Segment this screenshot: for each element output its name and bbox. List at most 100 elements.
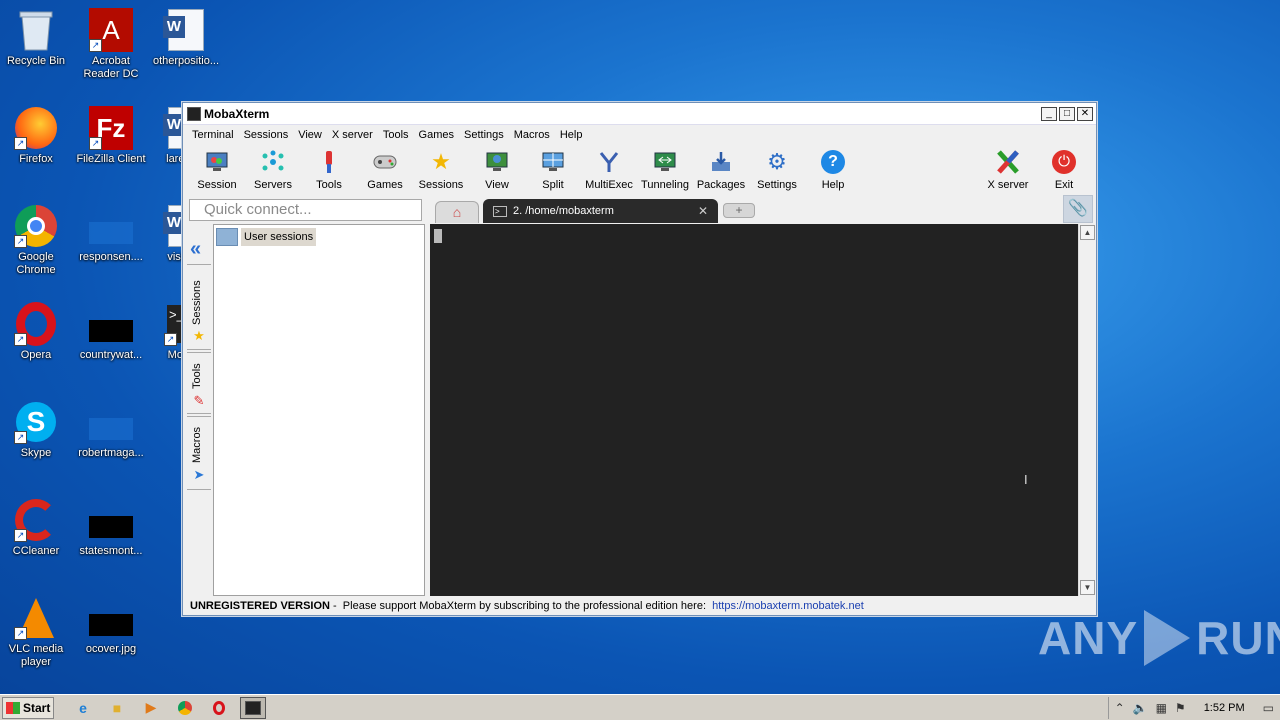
- sidebar-tab-label: Tools: [191, 363, 203, 389]
- scroll-up-icon[interactable]: ▲: [1080, 225, 1095, 240]
- servers-icon: [260, 149, 286, 175]
- home-tab[interactable]: ⌂: [435, 201, 479, 223]
- quick-connect-input[interactable]: Quick connect...: [189, 199, 422, 221]
- attach-button[interactable]: 📎: [1063, 195, 1093, 223]
- close-button[interactable]: ✕: [1077, 106, 1093, 121]
- show-hidden-icons-icon[interactable]: ⌃: [1115, 701, 1125, 715]
- new-tab-button[interactable]: +: [723, 203, 755, 218]
- menu-settings[interactable]: Settings: [459, 129, 509, 141]
- user-folder-icon: [216, 228, 238, 246]
- folder-icon: ■: [112, 699, 122, 716]
- taskbar-chrome[interactable]: [172, 697, 198, 719]
- home-icon: ⌂: [452, 204, 462, 220]
- watermark-left: ANY: [1038, 612, 1139, 664]
- shortcut-arrow-icon: ↗: [14, 431, 27, 444]
- desktop-icon-label: VLC media player: [8, 643, 64, 668]
- menu-sessions[interactable]: Sessions: [239, 129, 294, 141]
- network-icon[interactable]: ▦: [1156, 701, 1167, 715]
- mobaxterm-link[interactable]: https://mobaxterm.mobatek.net: [712, 600, 864, 612]
- exit-button[interactable]: ⏻ Exit: [1036, 145, 1092, 191]
- desktop-icon-firefox[interactable]: ↗ Firefox: [0, 106, 74, 166]
- shortcut-arrow-icon: ↗: [14, 137, 27, 150]
- mobaxterm-window[interactable]: MobaXterm _ □ ✕ Terminal Sessions View X…: [182, 102, 1097, 616]
- sidebar-tab-label: Macros: [191, 426, 203, 463]
- mobaxterm-icon: [245, 700, 261, 715]
- sidebar-tab-tools[interactable]: Tools ✎: [187, 352, 211, 414]
- help-button[interactable]: ? Help: [805, 145, 861, 191]
- scroll-down-icon[interactable]: ▼: [1080, 580, 1095, 595]
- start-button[interactable]: Start: [2, 696, 54, 719]
- desktop-icon-skype[interactable]: S ↗ Skype: [0, 400, 74, 460]
- view-button[interactable]: View: [469, 145, 525, 191]
- desktop-icon-opera[interactable]: ↗ Opera: [0, 302, 74, 362]
- sidebar-tab-macros[interactable]: Macros ➤: [187, 416, 211, 490]
- desktop-icon-label: ocover.jpg: [85, 643, 137, 655]
- user-sessions-folder[interactable]: User sessions: [216, 228, 317, 246]
- x-server-button[interactable]: X server: [980, 145, 1036, 191]
- action-center-flag-icon[interactable]: ⚑: [1175, 701, 1186, 715]
- split-button[interactable]: Split: [525, 145, 581, 191]
- desktop-icon-statesmont[interactable]: statesmont...: [73, 498, 149, 558]
- status-message: - Please support MobaXterm by subscribin…: [329, 600, 713, 612]
- taskbar-mobaxterm[interactable]: [240, 696, 266, 719]
- shortcut-arrow-icon: ↗: [164, 333, 177, 346]
- settings-button[interactable]: ⚙ Settings: [749, 145, 805, 191]
- desktop-icon-recycle-bin[interactable]: Recycle Bin: [0, 8, 74, 68]
- desktop-icon-responsen[interactable]: responsen....: [73, 204, 149, 264]
- menu-x-server[interactable]: X server: [327, 129, 378, 141]
- sessions-label: Sessions: [418, 179, 464, 191]
- plus-icon: +: [735, 203, 743, 217]
- tunneling-icon: [652, 149, 678, 175]
- desktop-icon-countrywat[interactable]: countrywat...: [73, 302, 149, 362]
- menu-macros[interactable]: Macros: [509, 129, 555, 141]
- tools-label: Tools: [316, 179, 342, 191]
- desktop-icon-chrome[interactable]: ↗ Google Chrome: [0, 204, 74, 277]
- tab-strip: ⌂ > 2. /home/mobaxterm ✕ + 📎: [431, 195, 1095, 223]
- tab-close-icon[interactable]: ✕: [698, 204, 708, 218]
- volume-icon[interactable]: 🔈: [1133, 701, 1148, 715]
- menu-tools[interactable]: Tools: [378, 129, 414, 141]
- desktop-icon-filezilla[interactable]: Fz ↗ FileZilla Client: [73, 106, 149, 166]
- taskbar-ie[interactable]: e: [70, 697, 96, 719]
- taskbar-media-player[interactable]: ▶: [138, 697, 164, 719]
- tunneling-button[interactable]: Tunneling: [637, 145, 693, 191]
- desktop-icon-otherposition[interactable]: W otherpositio...: [148, 8, 224, 68]
- session-button[interactable]: Session: [189, 145, 245, 191]
- terminal-area[interactable]: I: [430, 224, 1078, 596]
- desktop-icon-ccleaner[interactable]: ↗ CCleaner: [0, 498, 74, 558]
- maximize-button[interactable]: □: [1059, 106, 1075, 121]
- opera-icon: [213, 700, 225, 715]
- tab-terminal-2[interactable]: > 2. /home/mobaxterm ✕: [483, 199, 718, 223]
- sessions-button[interactable]: ★ Sessions: [413, 145, 469, 191]
- terminal-scrollbar[interactable]: ▲ ▼: [1078, 224, 1095, 596]
- menu-help[interactable]: Help: [555, 129, 588, 141]
- collapse-sidebar-icon[interactable]: «: [190, 238, 201, 261]
- taskbar-explorer[interactable]: ■: [104, 697, 130, 719]
- servers-button[interactable]: Servers: [245, 145, 301, 191]
- taskbar-opera[interactable]: [206, 697, 232, 719]
- title-bar[interactable]: MobaXterm _ □ ✕: [183, 103, 1096, 125]
- desktop-icon-robertmaga[interactable]: robertmaga...: [73, 400, 149, 460]
- packages-button[interactable]: Packages: [693, 145, 749, 191]
- sidebar-tab-sessions[interactable]: Sessions ★: [187, 264, 211, 350]
- servers-label: Servers: [254, 179, 292, 191]
- packages-icon: [708, 149, 734, 175]
- status-bar: UNREGISTERED VERSION - Please support Mo…: [187, 597, 1095, 615]
- desktop-icon-vlc[interactable]: ↗ VLC media player: [0, 596, 74, 669]
- menu-view[interactable]: View: [293, 129, 327, 141]
- chrome-icon: ↗: [14, 204, 58, 248]
- shortcut-arrow-icon: ↗: [89, 39, 102, 52]
- multiexec-button[interactable]: MultiExec: [581, 145, 637, 191]
- clock[interactable]: 1:52 PM: [1204, 702, 1245, 714]
- desktop-icon-acrobat[interactable]: A ↗ Acrobat Reader DC: [73, 8, 149, 81]
- tools-button[interactable]: Tools: [301, 145, 357, 191]
- filezilla-icon: Fz ↗: [89, 106, 133, 150]
- show-desktop-icon[interactable]: ▭: [1263, 701, 1274, 715]
- desktop-icon-ocover[interactable]: ocover.jpg: [73, 596, 149, 656]
- minimize-button[interactable]: _: [1041, 106, 1057, 121]
- terminal-cursor: [434, 229, 442, 243]
- menu-terminal[interactable]: Terminal: [187, 129, 239, 141]
- games-button[interactable]: Games: [357, 145, 413, 191]
- games-label: Games: [367, 179, 403, 191]
- menu-games[interactable]: Games: [414, 129, 459, 141]
